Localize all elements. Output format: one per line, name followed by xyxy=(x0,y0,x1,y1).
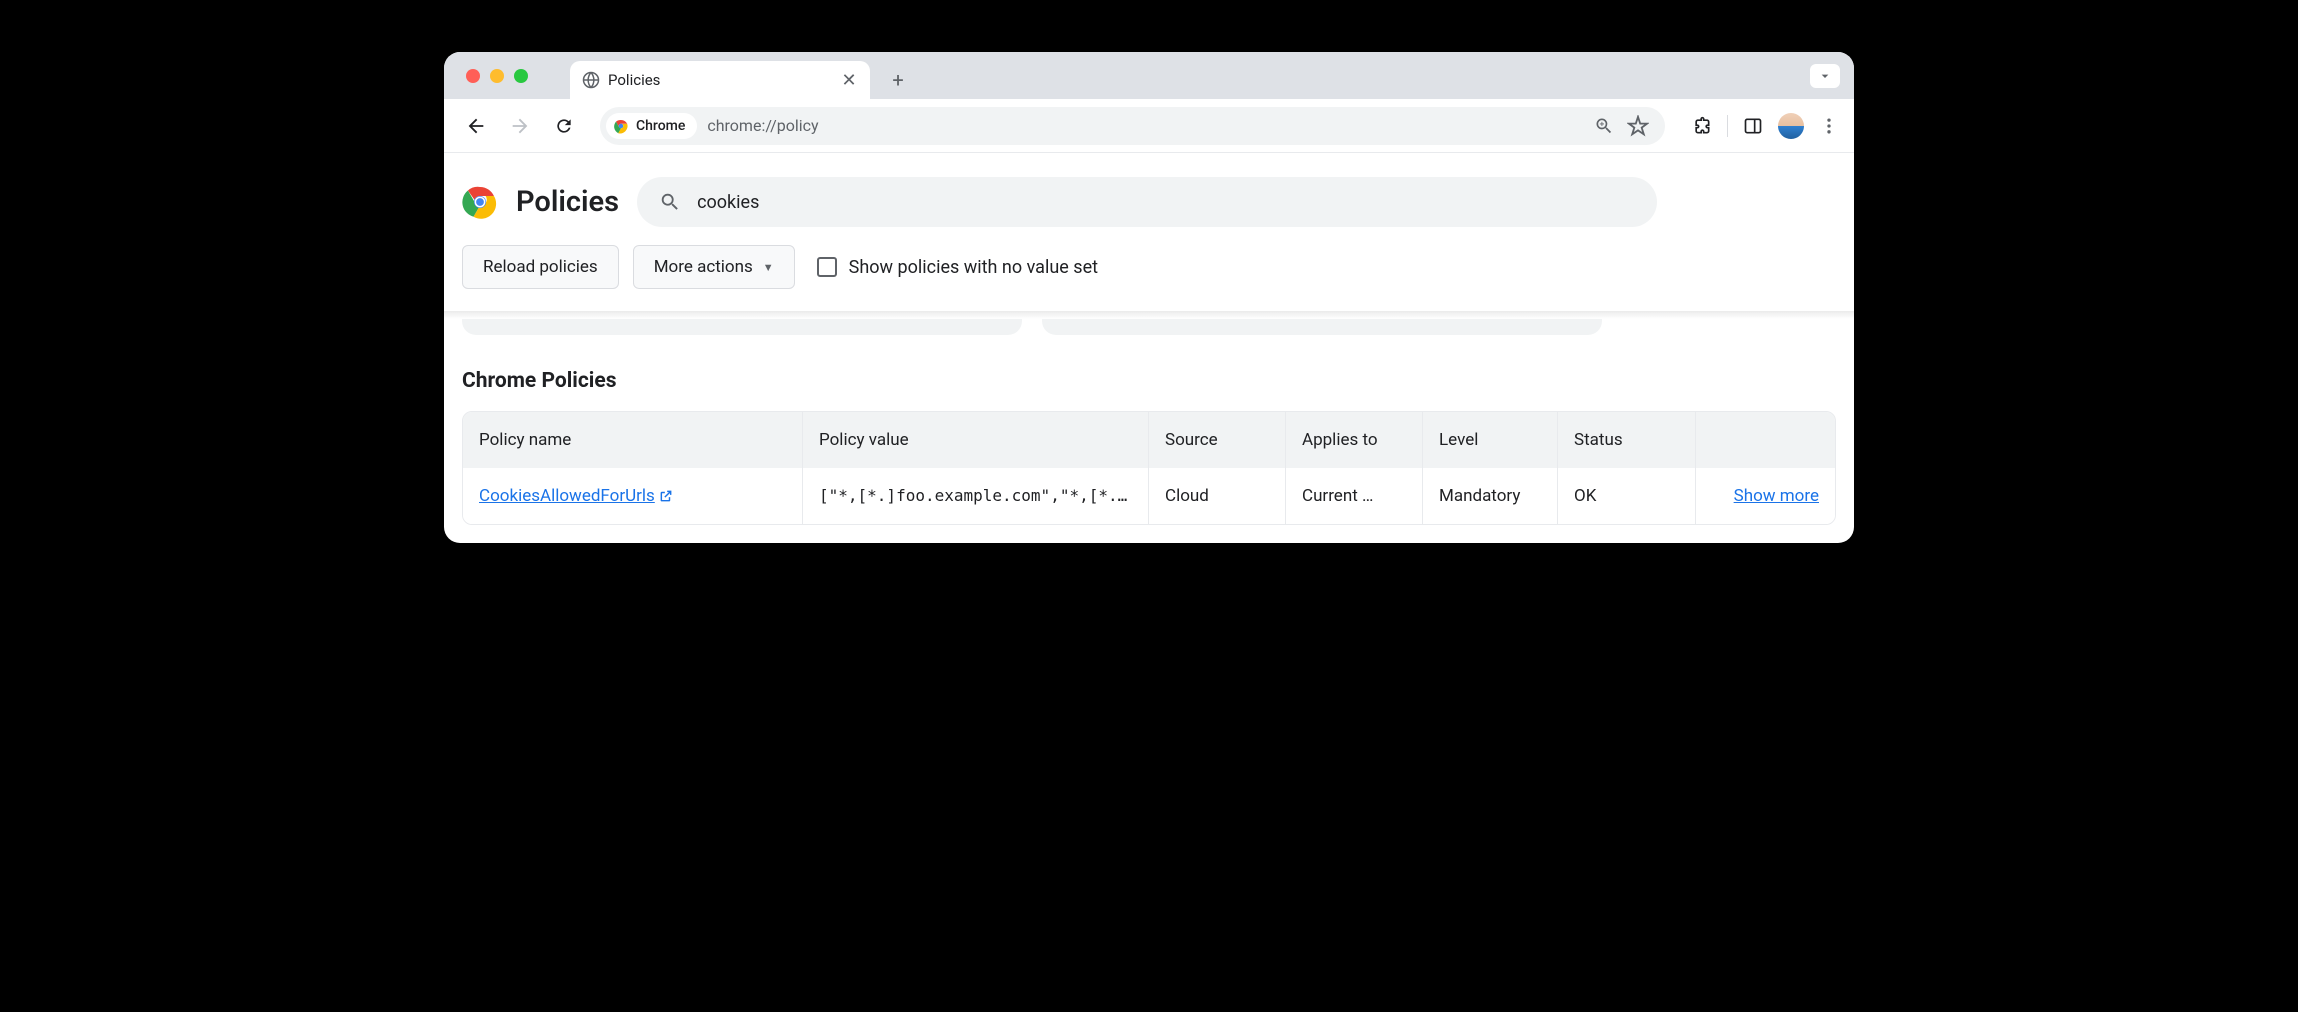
page-title: Policies xyxy=(516,185,619,219)
search-icon xyxy=(659,191,681,213)
window-controls xyxy=(466,69,528,83)
summary-cards xyxy=(444,319,1854,355)
chrome-icon xyxy=(612,117,630,135)
minimize-window-button[interactable] xyxy=(490,69,504,83)
table-row: CookiesAllowedForUrls ["*,[*.]foo.exampl… xyxy=(463,468,1835,524)
table-header-row: Policy name Policy value Source Applies … xyxy=(463,412,1835,468)
extensions-icon[interactable] xyxy=(1691,115,1713,137)
col-header-value: Policy value xyxy=(803,412,1149,468)
address-bar[interactable]: Chrome chrome://policy xyxy=(600,107,1665,145)
external-link-icon xyxy=(659,489,673,503)
close-tab-button[interactable]: ✕ xyxy=(840,71,858,89)
chevron-down-icon: ▼ xyxy=(763,261,774,274)
policy-source-cell: Cloud xyxy=(1149,468,1286,524)
summary-card xyxy=(462,319,1022,335)
col-header-status: Status xyxy=(1558,412,1696,468)
section-divider-shadow xyxy=(444,311,1854,319)
policy-status-cell: OK xyxy=(1558,468,1696,524)
new-tab-button[interactable]: + xyxy=(882,64,914,96)
policy-name-link[interactable]: CookiesAllowedForUrls xyxy=(479,486,673,506)
zoom-icon[interactable] xyxy=(1593,115,1615,137)
browser-window: Policies ✕ + Chrome chrome://policy xyxy=(444,52,1854,543)
chrome-chip-label: Chrome xyxy=(636,118,685,134)
browser-tab[interactable]: Policies ✕ xyxy=(570,61,870,99)
actions-bar: Reload policies More actions ▼ Show poli… xyxy=(444,245,1854,311)
url-text: chrome://policy xyxy=(707,116,818,135)
bookmark-icon[interactable] xyxy=(1627,115,1649,137)
browser-toolbar: Chrome chrome://policy xyxy=(444,99,1854,153)
tab-title: Policies xyxy=(608,71,660,89)
maximize-window-button[interactable] xyxy=(514,69,528,83)
policy-level-cell: Mandatory xyxy=(1423,468,1558,524)
col-header-applies: Applies to xyxy=(1286,412,1423,468)
menu-icon[interactable] xyxy=(1818,115,1840,137)
tab-bar: Policies ✕ + xyxy=(444,52,1854,99)
col-header-name: Policy name xyxy=(463,412,803,468)
policy-name-text: CookiesAllowedForUrls xyxy=(479,486,655,506)
policy-applies-cell: Current … xyxy=(1286,468,1423,524)
policy-more-cell: Show more xyxy=(1696,468,1835,524)
summary-card xyxy=(1042,319,1602,335)
reload-button[interactable] xyxy=(546,108,582,144)
more-actions-button[interactable]: More actions ▼ xyxy=(633,245,795,289)
site-info-chip[interactable]: Chrome xyxy=(606,113,697,139)
forward-button[interactable] xyxy=(502,108,538,144)
page-header: Policies xyxy=(444,153,1854,245)
chrome-logo-icon xyxy=(462,184,498,220)
section-title: Chrome Policies xyxy=(444,355,1854,411)
globe-icon xyxy=(582,71,600,89)
policy-search-input[interactable] xyxy=(697,192,1635,213)
col-header-level: Level xyxy=(1423,412,1558,468)
profile-avatar[interactable] xyxy=(1778,113,1804,139)
checkbox-icon xyxy=(817,257,837,277)
close-window-button[interactable] xyxy=(466,69,480,83)
col-header-source: Source xyxy=(1149,412,1286,468)
policy-name-cell: CookiesAllowedForUrls xyxy=(463,468,803,524)
side-panel-icon[interactable] xyxy=(1742,115,1764,137)
show-no-value-label: Show policies with no value set xyxy=(849,257,1098,278)
show-no-value-checkbox[interactable]: Show policies with no value set xyxy=(817,257,1098,278)
policy-search-box[interactable] xyxy=(637,177,1657,227)
more-actions-label: More actions xyxy=(654,257,753,277)
tabs-dropdown-button[interactable] xyxy=(1810,64,1840,88)
show-more-link[interactable]: Show more xyxy=(1734,486,1819,506)
policy-table: Policy name Policy value Source Applies … xyxy=(462,411,1836,525)
policy-value-cell: ["*,[*.]foo.example.com","*,[*.… xyxy=(803,468,1149,524)
reload-policies-button[interactable]: Reload policies xyxy=(462,245,619,289)
col-header-more xyxy=(1696,412,1835,468)
back-button[interactable] xyxy=(458,108,494,144)
toolbar-divider xyxy=(1727,115,1728,137)
reload-policies-label: Reload policies xyxy=(483,257,598,277)
